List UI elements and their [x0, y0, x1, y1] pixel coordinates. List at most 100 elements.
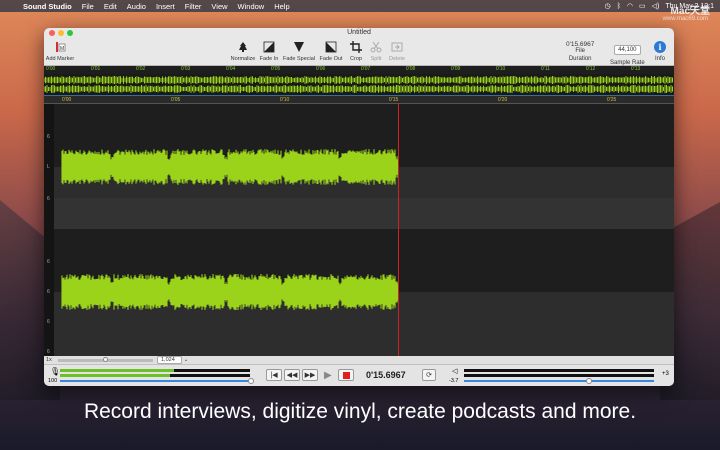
transport-time: 0'15.6967 — [366, 370, 406, 380]
zoom-select[interactable]: 1,024 — [157, 356, 182, 364]
record-button[interactable] — [338, 369, 354, 381]
zoom-slider-knob[interactable] — [103, 356, 108, 362]
fade-special-icon — [293, 41, 305, 53]
waveform-overview[interactable] — [44, 74, 674, 96]
menu-window[interactable]: Window — [233, 2, 270, 11]
overview-waveform — [44, 76, 673, 93]
sound-studio-window: Untitled M Add Marker Normalize Fade In … — [44, 28, 674, 386]
channel-scale-label: 6 — [47, 196, 50, 202]
title-bar: Untitled — [44, 28, 674, 38]
output-db-value: -3.7 — [449, 378, 459, 384]
overview-tick-label: 0'05 — [271, 66, 281, 72]
marker-icon: M — [54, 41, 66, 53]
menu-audio[interactable]: Audio — [122, 2, 151, 11]
channel-waveform — [61, 274, 399, 310]
fade-in-button[interactable]: Fade In — [256, 41, 282, 62]
play-button[interactable]: ▶ — [324, 370, 332, 381]
fade-in-icon — [263, 41, 275, 53]
add-marker-button[interactable]: M Add Marker — [46, 41, 74, 62]
overview-tick-label: 0'00 — [46, 66, 56, 72]
rewind-to-start-button[interactable]: |◀ — [266, 369, 282, 381]
channel-scale-label: L — [47, 164, 50, 170]
time-tick-label: 0'25 — [607, 97, 617, 103]
time-tick-label: 0'00 — [62, 97, 72, 103]
menu-bar: Sound Studio File Edit Audio Insert Filt… — [0, 0, 720, 12]
overview-tick-label: 0'06 — [316, 66, 326, 72]
overview-tick-label: 0'02 — [136, 66, 146, 72]
time-tick-label: 0'05 — [171, 97, 181, 103]
overview-tick-label: 0'10 — [496, 66, 506, 72]
info-button[interactable]: i Info — [654, 41, 666, 62]
input-meter-right — [60, 374, 250, 377]
overview-tick-label: 0'08 — [406, 66, 416, 72]
transport-bar: 🎙 100 |◀ ◀◀ ▶▶ ▶ 0'15.6967 ⟳ ◁ -3.7 +3 — [44, 364, 674, 386]
minimize-window-button[interactable] — [58, 30, 64, 36]
channel-scale-label: 6 — [47, 349, 50, 355]
wifi-icon[interactable]: ◠ — [627, 2, 633, 10]
input-gain-slider[interactable] — [60, 380, 250, 382]
zoom-window-button[interactable] — [67, 30, 73, 36]
main-time-ruler[interactable]: 0'00 0'05 0'10 0'15 0'20 0'25 — [44, 96, 674, 104]
input-gain-knob[interactable] — [248, 378, 254, 384]
menu-insert[interactable]: Insert — [151, 2, 180, 11]
overview-tick-label: 0'03 — [181, 66, 191, 72]
window-title: Untitled — [347, 29, 371, 36]
overview-time-ruler: 0'00 0'01 0'02 0'03 0'04 0'05 0'06 0'07 0'08 0'09… — [44, 66, 674, 74]
menu-help[interactable]: Help — [269, 2, 294, 11]
overview-channel-waveform — [44, 76, 673, 84]
time-machine-icon[interactable]: ◷ — [605, 2, 611, 10]
playhead[interactable] — [398, 104, 399, 356]
output-gain-value: +3 — [662, 371, 669, 377]
loop-icon: ⟳ — [426, 372, 432, 379]
bluetooth-icon[interactable]: ᛒ — [617, 3, 621, 10]
info-icon: i — [654, 41, 666, 53]
scissors-icon — [370, 41, 382, 53]
overview-tick-label: 0'12 — [586, 66, 596, 72]
close-window-button[interactable] — [49, 30, 55, 36]
fast-forward-button[interactable]: ▶▶ — [302, 369, 318, 381]
screen-mirror-icon[interactable]: ▭ — [639, 2, 646, 10]
volume-icon[interactable]: ◁) — [652, 2, 660, 10]
fade-out-icon — [325, 41, 337, 53]
zoom-slider[interactable] — [58, 356, 153, 362]
input-level-value: 100 — [48, 378, 58, 384]
overview-tick-label: 0'11 — [541, 66, 550, 72]
menu-filter[interactable]: Filter — [180, 2, 207, 11]
time-tick-label: 0'20 — [498, 97, 508, 103]
menu-file[interactable]: File — [77, 2, 99, 11]
watermark-url: www.mac69.com — [662, 16, 708, 22]
overview-tick-label: 0'13 — [631, 66, 641, 72]
fade-special-button[interactable]: Fade Special — [283, 41, 315, 62]
menu-app-name[interactable]: Sound Studio — [18, 2, 77, 11]
speaker-icon: ◁ — [452, 368, 458, 375]
loop-button[interactable]: ⟳ — [422, 369, 436, 381]
waveform-editor[interactable]: 6 L 6 6 6 6 6 — [44, 104, 674, 356]
channel-scale-label: 6 — [47, 289, 50, 295]
overview-channel-waveform — [44, 85, 673, 93]
normalize-icon — [237, 41, 249, 53]
output-gain-slider[interactable] — [464, 380, 654, 382]
delete-button[interactable]: Delete — [384, 41, 410, 62]
normalize-button[interactable]: Normalize — [230, 41, 256, 62]
time-tick-label: 0'10 — [280, 97, 290, 103]
svg-text:M: M — [60, 46, 64, 52]
waveform-channels — [61, 149, 399, 310]
menu-view[interactable]: View — [206, 2, 232, 11]
menu-edit[interactable]: Edit — [99, 2, 122, 11]
overview-tick-label: 0'09 — [451, 66, 461, 72]
output-gain-knob[interactable] — [586, 378, 592, 384]
overview-tick-label: 0'04 — [226, 66, 236, 72]
channel-scale-label: 6 — [47, 319, 50, 325]
channel-scale-label: 6 — [47, 259, 50, 265]
rewind-button[interactable]: ◀◀ — [284, 369, 300, 381]
channel-waveform — [61, 149, 399, 185]
duration-display: 0'15.6967 File Duration — [566, 41, 595, 62]
fade-out-button[interactable]: Fade Out — [318, 41, 344, 62]
channel-scale-label: 6 — [47, 134, 50, 140]
chevron-down-icon[interactable]: ⌄ — [184, 357, 189, 363]
sample-rate-select[interactable]: 44,100 — [614, 45, 641, 55]
sample-rate-display: 44,100 Sample Rate — [610, 45, 645, 66]
input-meter-left — [60, 369, 250, 372]
output-meter-left — [464, 369, 654, 372]
toolbar: M Add Marker Normalize Fade In Fade Spec… — [44, 38, 674, 66]
